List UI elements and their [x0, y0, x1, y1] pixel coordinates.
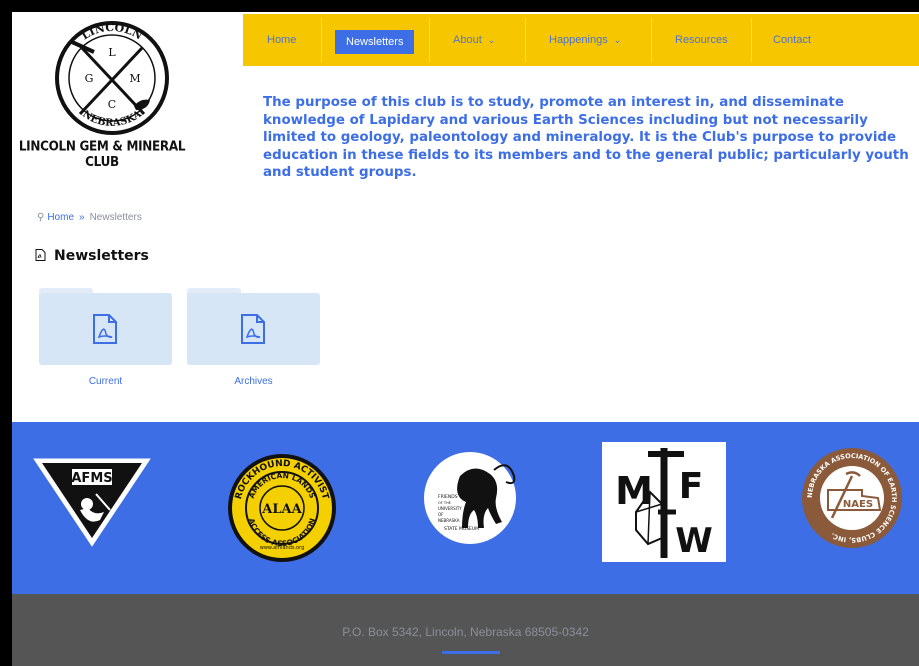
breadcrumb-home-link[interactable]: Home: [47, 212, 74, 223]
partner-logos-band: AFMS ROCKHOUND ACTIVIST AMERICAN LANDS A…: [12, 422, 919, 594]
alaa-center-text: ALAA: [261, 502, 302, 517]
pdf-file-icon: [241, 314, 265, 344]
nav-divider: [651, 18, 652, 62]
nav-divider: [751, 18, 752, 62]
club-logo-emblem: LINCOLN NEBRASKA L G M C: [55, 21, 169, 135]
logo-letter-c: C: [108, 98, 116, 111]
museum-text-line: STATE MUSEUM: [444, 526, 479, 532]
pdf-file-icon: [35, 249, 46, 261]
mfw-logo[interactable]: M F W: [602, 442, 726, 562]
nav-resources[interactable]: Resources: [675, 14, 728, 66]
mfw-emblem: M F W: [615, 448, 713, 561]
footer-accent-bar: [442, 651, 500, 654]
nav-contact-label: Contact: [773, 34, 811, 46]
pdf-file-icon: [93, 314, 117, 344]
nav-happenings[interactable]: Happenings ⌄: [549, 14, 621, 66]
breadcrumb-separator: »: [79, 212, 85, 223]
section-title-text: Newsletters: [54, 248, 149, 264]
afms-emblem: AFMS: [33, 458, 151, 547]
naes-logo[interactable]: NEBRASKA ASSOCIATION OF EARTH SCIENCE CL…: [800, 446, 904, 550]
location-pin-icon: ⚲: [37, 212, 45, 223]
logo-letter-l: L: [108, 46, 116, 59]
page: LINCOLN NEBRASKA L G M C LINCOLN GEM & M…: [12, 12, 919, 666]
main-nav: Home Newsletters About ⌄ Happenings ⌄ Reso…: [243, 14, 919, 66]
alaa-emblem: ROCKHOUND ACTIVIST AMERICAN LANDS ACCESS…: [228, 454, 336, 562]
breadcrumb-current: Newsletters: [89, 212, 142, 223]
folder-body: [187, 293, 320, 365]
mfw-letter-m: M: [615, 469, 653, 513]
nav-home-label: Home: [267, 34, 297, 46]
folder-body: [39, 293, 172, 365]
naes-emblem: NEBRASKA ASSOCIATION OF EARTH SCIENCE CL…: [802, 448, 902, 548]
mfw-letter-f: F: [679, 466, 704, 507]
museum-text-line: FRIENDS: [438, 494, 458, 500]
logo-arc-top: LINCOLN: [79, 21, 145, 43]
chevron-down-icon: ⌄: [613, 35, 622, 45]
nav-about-label: About: [453, 34, 482, 46]
nav-about[interactable]: About ⌄: [453, 14, 495, 66]
footer: P.O. Box 5342, Lincoln, Nebraska 68505-0…: [12, 594, 919, 666]
nav-happenings-label: Happenings: [549, 34, 608, 46]
museum-text-line: UNIVERSITY: [438, 506, 462, 511]
museum-text-line: OF: [438, 512, 444, 517]
section-title: Newsletters: [35, 248, 149, 264]
footer-address: P.O. Box 5342, Lincoln, Nebraska 68505-0…: [342, 625, 589, 639]
club-name-caption: LINCOLN GEM & MINERAL CLUB: [18, 138, 186, 170]
logo-letter-g: G: [85, 72, 94, 85]
chevron-down-icon: ⌄: [487, 35, 496, 45]
alaa-url-text: www.amlands.org: [260, 545, 305, 551]
nav-resources-label: Resources: [675, 34, 728, 46]
state-museum-logo[interactable]: FRIENDS OF THE UNIVERSITY OF NEBRASKA ST…: [414, 444, 524, 554]
naes-center-text: NAES: [843, 499, 873, 510]
alaa-logo[interactable]: ROCKHOUND ACTIVIST AMERICAN LANDS ACCESS…: [226, 452, 338, 564]
afms-logo[interactable]: AFMS: [32, 452, 152, 548]
museum-text-line: NEBRASKA: [438, 518, 460, 523]
nav-contact[interactable]: Contact: [773, 14, 811, 66]
folder-current-label: Current: [88, 376, 123, 387]
state-museum-emblem: FRIENDS OF THE UNIVERSITY OF NEBRASKA ST…: [424, 452, 516, 544]
logo-letter-m: M: [129, 72, 140, 85]
nav-divider: [321, 18, 322, 62]
mfw-letter-w: W: [675, 521, 713, 561]
svg-text:LINCOLN: LINCOLN: [79, 21, 145, 43]
nav-newsletters[interactable]: Newsletters: [335, 30, 415, 54]
museum-text-line: OF THE: [438, 501, 451, 505]
breadcrumb: ⚲ Home » Newsletters: [37, 212, 142, 223]
afms-text: AFMS: [71, 471, 112, 486]
folder-archives-label: Archives: [234, 376, 273, 387]
nav-newsletters-label: Newsletters: [346, 36, 404, 48]
nav-home[interactable]: Home: [267, 14, 296, 66]
nav-divider: [429, 18, 430, 62]
nav-divider: [525, 18, 526, 62]
club-purpose-statement: The purpose of this club is to study, pr…: [263, 95, 909, 180]
